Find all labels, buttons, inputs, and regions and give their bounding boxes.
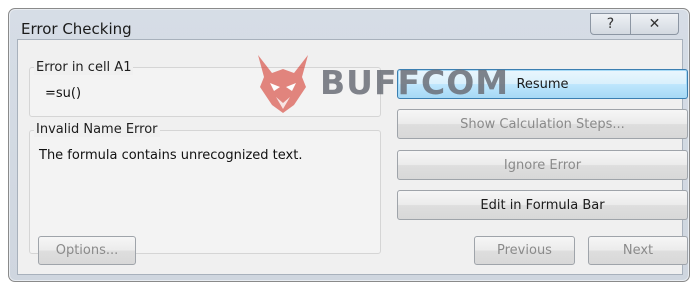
- buffcom-watermark: BUFFCOM: [250, 47, 508, 117]
- caption-buttons: ? ✕: [590, 13, 679, 35]
- options-label: Options...: [55, 243, 119, 258]
- bull-head-icon: [258, 55, 308, 113]
- options-button[interactable]: Options...: [38, 236, 136, 265]
- next-label: Next: [622, 243, 654, 258]
- previous-label: Previous: [497, 243, 552, 258]
- resume-button-label: Resume: [516, 76, 569, 92]
- ignore-error-label: Ignore Error: [503, 157, 582, 173]
- dialog-title: Error Checking: [21, 20, 132, 38]
- edit-in-formula-bar-button[interactable]: Edit in Formula Bar: [397, 190, 688, 220]
- error-type-label: Invalid Name Error: [34, 122, 160, 137]
- cell-formula: =su(): [45, 86, 82, 101]
- error-cell-label: Error in cell A1: [34, 60, 134, 75]
- next-button[interactable]: Next: [588, 236, 688, 265]
- close-button[interactable]: ✕: [631, 13, 679, 35]
- close-icon: ✕: [648, 16, 661, 32]
- help-icon: ?: [606, 16, 615, 32]
- show-steps-label: Show Calculation Steps...: [460, 116, 625, 132]
- edit-formula-bar-label: Edit in Formula Bar: [480, 197, 605, 213]
- watermark-text: BUFFCOM: [320, 63, 510, 102]
- previous-button[interactable]: Previous: [474, 236, 575, 265]
- error-message: The formula contains unrecognized text.: [39, 148, 303, 163]
- help-button[interactable]: ?: [590, 13, 631, 35]
- ignore-error-button[interactable]: Ignore Error: [397, 150, 688, 180]
